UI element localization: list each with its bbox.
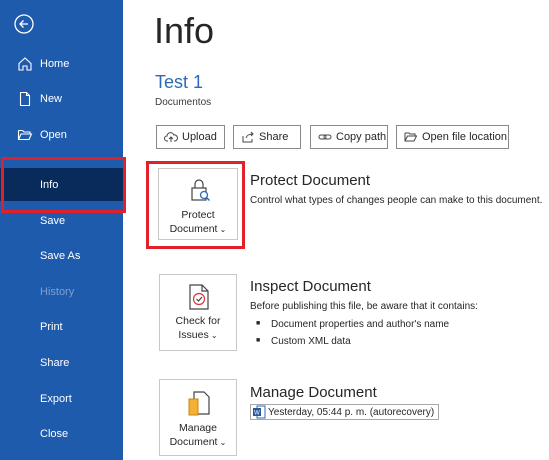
list-item: Custom XML data xyxy=(256,336,351,347)
tile-label-dropdown: Issues ⌄ xyxy=(178,329,218,341)
sidebar-item-export[interactable]: Export xyxy=(0,384,123,414)
sidebar-item-label: History xyxy=(40,286,75,298)
inspect-document-description: Before publishing this file, be aware th… xyxy=(250,301,478,312)
sidebar-item-label: Export xyxy=(40,393,72,405)
sidebar-item-label: Open xyxy=(40,129,67,141)
folder-open-icon xyxy=(404,132,418,142)
tile-label: Check for xyxy=(175,315,221,327)
protect-highlight-box xyxy=(146,161,245,249)
list-item: Document properties and author's name xyxy=(256,319,449,330)
sidebar-item-label: New xyxy=(40,93,63,105)
inspect-document-title: Inspect Document xyxy=(250,278,371,295)
sidebar-item-close[interactable]: Close xyxy=(0,419,123,449)
document-location: Documentos xyxy=(155,97,212,108)
sidebar-item-save-as[interactable]: Save As xyxy=(0,241,123,271)
sidebar-item-label: Save xyxy=(40,215,66,227)
copy-path-label: Copy path xyxy=(336,131,387,143)
sidebar-item-label: Share xyxy=(40,357,70,369)
link-icon xyxy=(318,134,332,140)
autorecovery-label: Yesterday, 05:44 p. m. (autorecovery) xyxy=(268,406,435,418)
upload-label: Upload xyxy=(182,131,217,143)
folder-open-icon xyxy=(17,127,33,143)
new-document-icon xyxy=(17,91,33,107)
sidebar-item-new[interactable]: New xyxy=(0,84,123,114)
tile-label-dropdown: Document ⌄ xyxy=(169,436,227,448)
sidebar-item-label: Save As xyxy=(40,250,81,262)
document-name: Test 1 xyxy=(155,72,204,92)
backstage-sidebar: Home New Open Info Save Save As History … xyxy=(0,0,123,460)
sidebar-item-open[interactable]: Open xyxy=(0,120,123,150)
svg-text:W: W xyxy=(254,411,260,417)
word-document-icon: W xyxy=(253,405,266,419)
share-icon xyxy=(242,131,254,143)
sidebar-item-label: Print xyxy=(40,321,63,333)
sidebar-item-history: History xyxy=(0,277,123,307)
inspect-document-icon xyxy=(189,284,209,310)
sidebar-item-label: Home xyxy=(40,58,70,70)
check-for-issues-button[interactable]: Check for Issues ⌄ xyxy=(159,274,237,351)
back-arrow-icon[interactable] xyxy=(14,14,34,34)
upload-icon xyxy=(164,132,178,142)
tile-label: Manage xyxy=(179,422,217,434)
home-icon xyxy=(17,56,33,72)
info-highlight-box xyxy=(1,157,126,213)
sidebar-item-share[interactable]: Share xyxy=(0,348,123,378)
share-label: Share xyxy=(259,131,289,143)
sidebar-item-label: Close xyxy=(40,428,69,440)
share-button[interactable]: Share xyxy=(233,125,301,149)
sidebar-item-print[interactable]: Print xyxy=(0,312,123,342)
protect-document-title: Protect Document xyxy=(250,172,371,189)
open-file-location-button[interactable]: Open file location xyxy=(396,125,509,149)
autorecovery-version-link[interactable]: W Yesterday, 05:44 p. m. (autorecovery) xyxy=(250,404,440,420)
manage-document-icon xyxy=(188,391,210,416)
manage-document-title: Manage Document xyxy=(250,384,377,401)
page-title: Info xyxy=(154,10,215,51)
open-file-location-label: Open file location xyxy=(422,131,507,143)
upload-button[interactable]: Upload xyxy=(156,125,225,149)
copy-path-button[interactable]: Copy path xyxy=(310,125,388,149)
manage-document-button[interactable]: Manage Document ⌄ xyxy=(159,379,237,456)
sidebar-item-home[interactable]: Home xyxy=(0,49,123,79)
protect-document-description: Control what types of changes people can… xyxy=(250,195,543,206)
